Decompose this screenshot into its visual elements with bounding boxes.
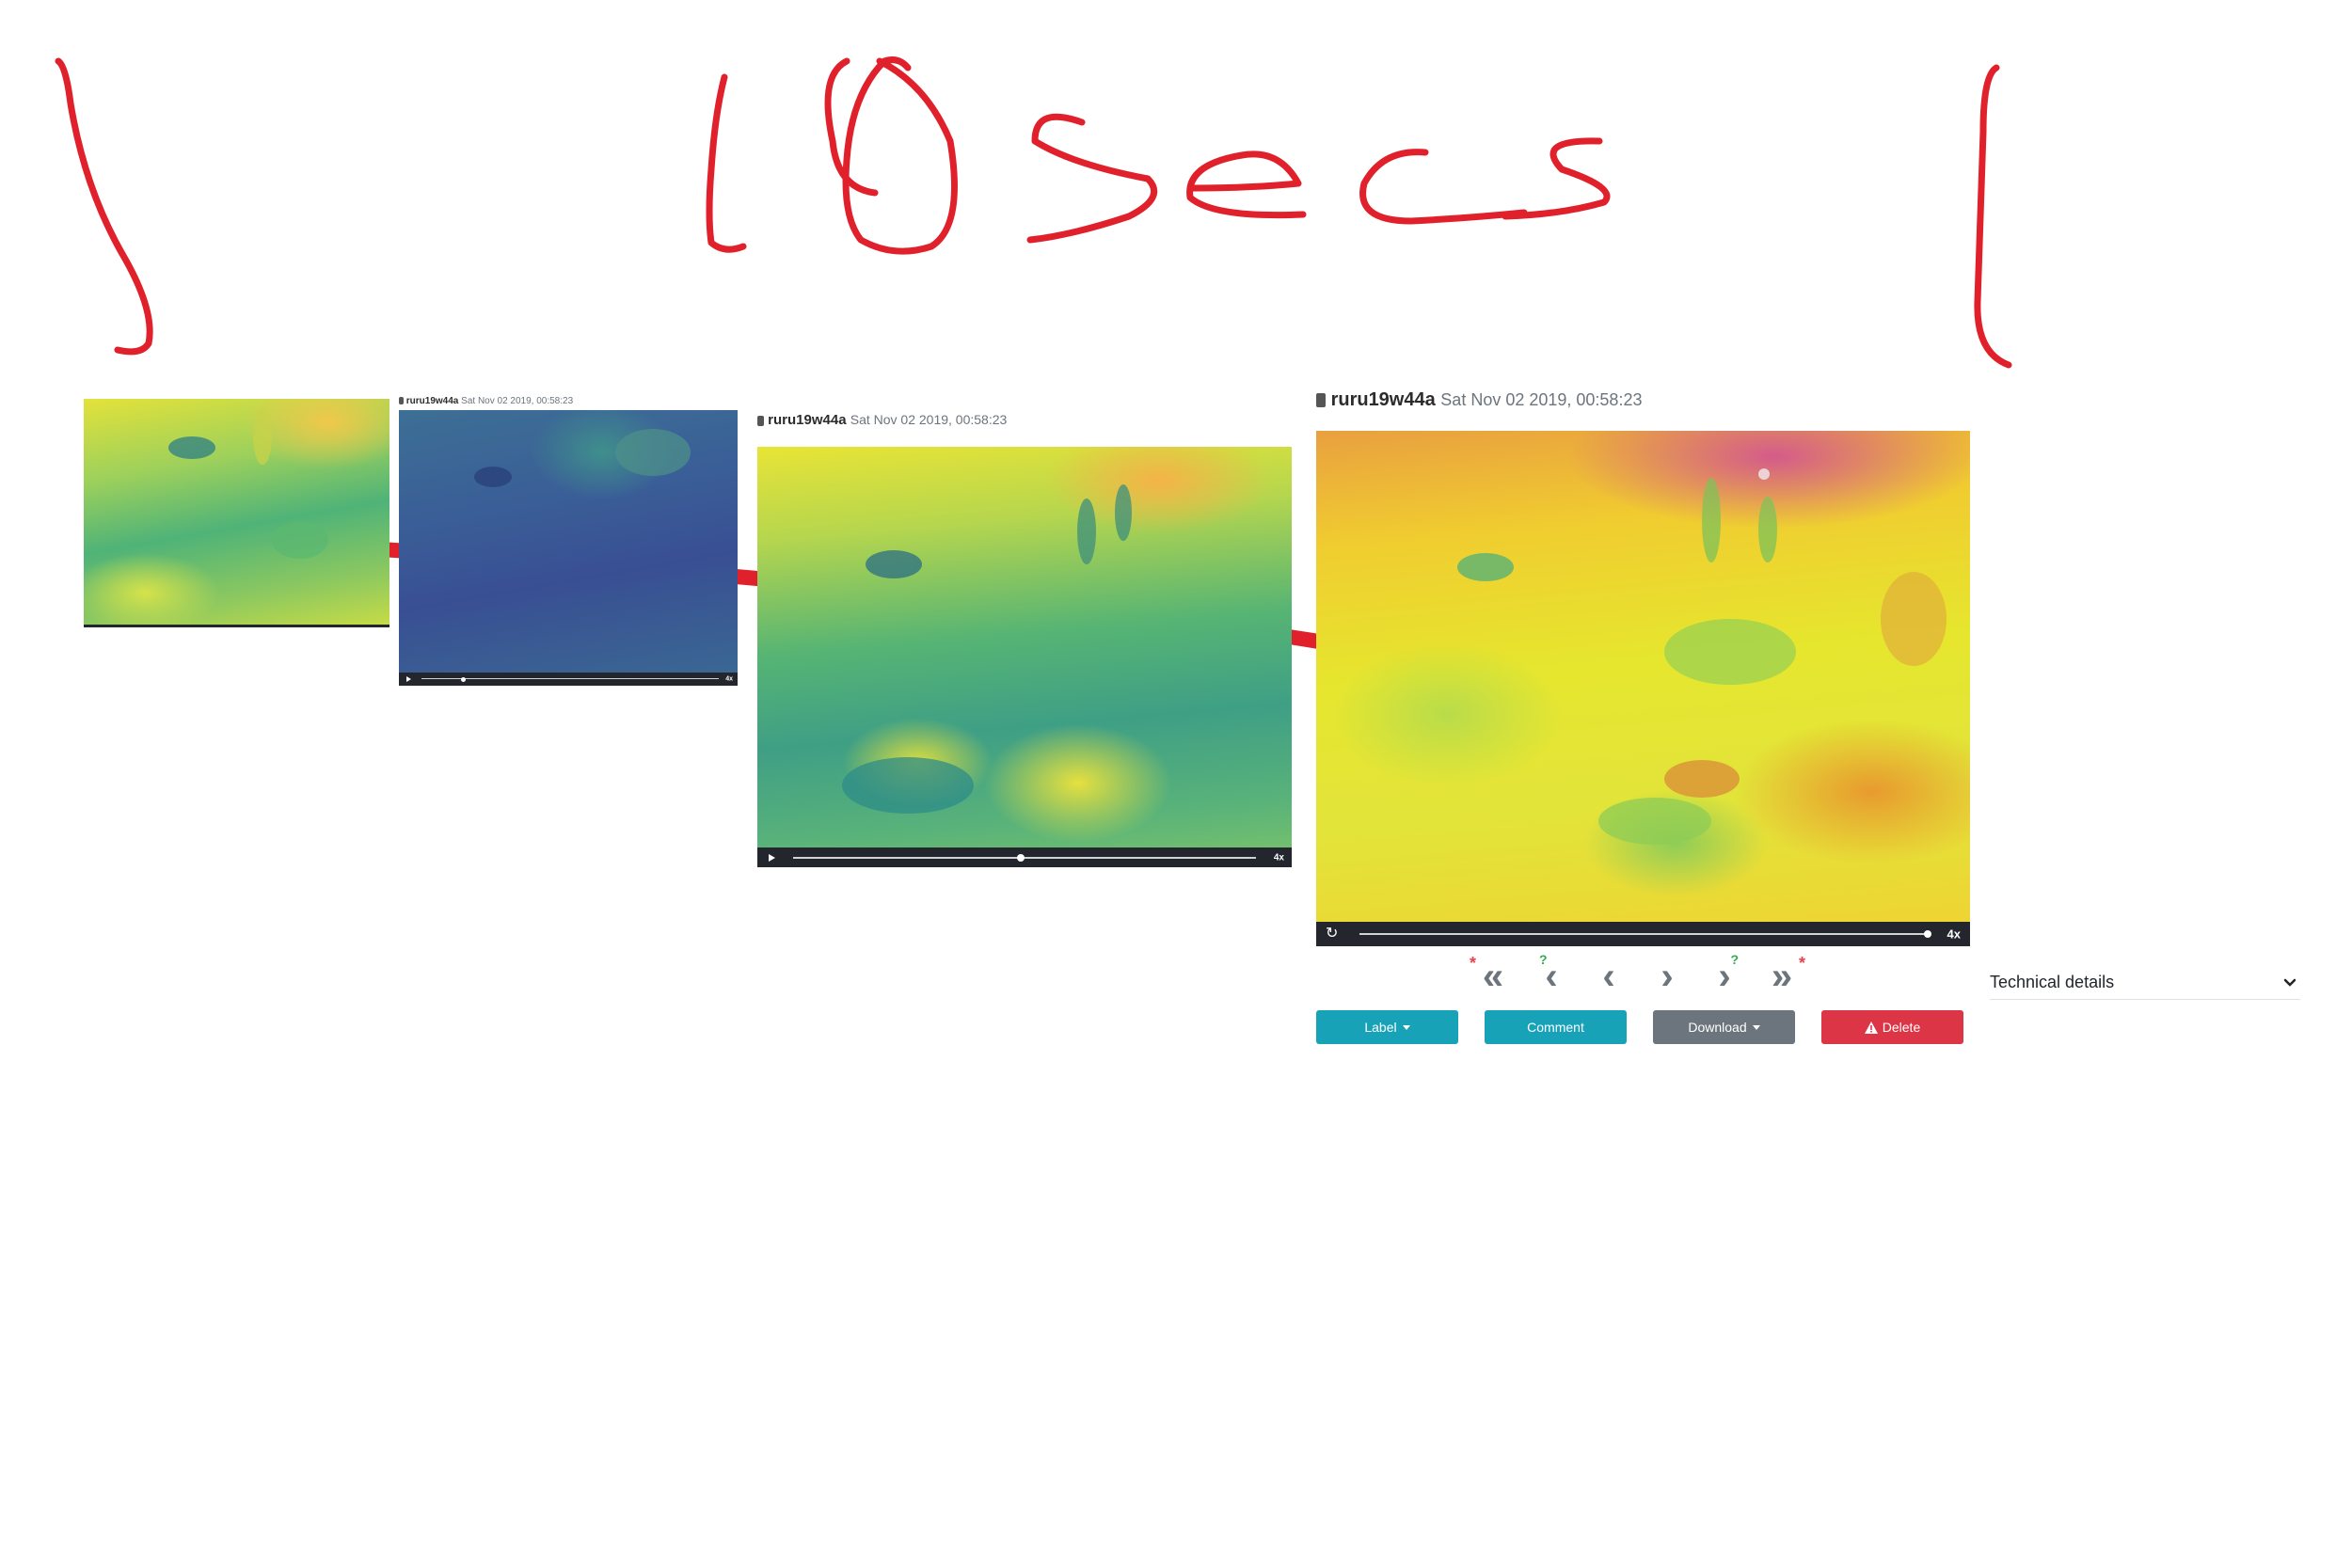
comment-button[interactable]: Comment — [1485, 1010, 1627, 1044]
untagged-mark: ? — [1539, 952, 1548, 967]
delete-button-text: Delete — [1882, 1020, 1921, 1035]
double-chevron-right-icon: » — [1771, 956, 1793, 997]
video-frame[interactable]: 4x — [399, 410, 738, 686]
device-name[interactable]: ruru19w44a — [406, 396, 459, 406]
recording-header: ruru19w44a Sat Nov 02 2019, 00:58:23 — [1316, 388, 1970, 412]
thumbnail-frame-1[interactable] — [84, 399, 389, 627]
download-button-text: Download — [1688, 1020, 1747, 1035]
video-panel-3: ruru19w44a Sat Nov 02 2019, 00:58:23 4x — [757, 410, 1292, 867]
untagged-mark: ? — [1730, 952, 1739, 967]
chevron-right-tagged-icon: › — [1718, 956, 1731, 997]
speed-label[interactable]: 4x — [1947, 927, 1961, 942]
seek-track[interactable] — [793, 856, 1256, 859]
seek-handle[interactable] — [461, 677, 466, 682]
next-tagged-button[interactable]: › ? — [1701, 952, 1748, 997]
chevron-down-icon — [2283, 978, 2296, 987]
delete-button[interactable]: Delete — [1821, 1010, 1963, 1044]
comment-button-text: Comment — [1527, 1020, 1584, 1035]
video-frame[interactable]: ↻ 4x — [1316, 431, 1970, 946]
label-button[interactable]: Label — [1316, 1010, 1458, 1044]
caret-down-icon — [1402, 1024, 1410, 1030]
video-panel-2: ruru19w44a Sat Nov 02 2019, 00:58:23 4x — [399, 395, 738, 686]
play-icon[interactable] — [406, 676, 411, 682]
device-name[interactable]: ruru19w44a — [1331, 389, 1436, 410]
speed-label[interactable]: 4x — [725, 676, 733, 683]
video-controls: 4x — [757, 847, 1292, 867]
camera-icon — [1316, 393, 1326, 408]
recording-header: ruru19w44a Sat Nov 02 2019, 00:58:23 — [757, 410, 1292, 429]
label-button-text: Label — [1364, 1020, 1397, 1035]
last-recording-button[interactable]: » * — [1758, 954, 1805, 997]
chevron-left-icon: ‹ — [1602, 956, 1615, 997]
play-icon[interactable] — [769, 853, 775, 862]
seek-handle[interactable] — [1017, 853, 1025, 862]
next-button[interactable]: › — [1644, 958, 1691, 995]
technical-details-toggle[interactable]: Technical details — [1990, 969, 2300, 1000]
video-frame[interactable]: 4x — [757, 447, 1292, 867]
previous-tagged-button[interactable]: ? ‹ — [1528, 952, 1575, 995]
speed-label[interactable]: 4x — [1274, 852, 1284, 863]
timestamp: Sat Nov 02 2019, 00:58:23 — [1440, 390, 1643, 409]
camera-icon — [757, 415, 764, 426]
first-recording-button[interactable]: * « — [1470, 954, 1517, 997]
video-controls: ↻ 4x — [1316, 922, 1970, 946]
timestamp: Sat Nov 02 2019, 00:58:23 — [461, 396, 574, 406]
seek-track[interactable] — [1359, 933, 1929, 935]
starred-mark: * — [1470, 954, 1477, 973]
download-button[interactable]: Download — [1653, 1010, 1795, 1044]
video-panel-main: ruru19w44a Sat Nov 02 2019, 00:58:23 ↻ 4… — [1316, 388, 1970, 946]
seek-handle[interactable] — [1924, 930, 1931, 938]
caret-down-icon — [1752, 1024, 1760, 1030]
device-name[interactable]: ruru19w44a — [768, 412, 846, 428]
replay-icon[interactable]: ↻ — [1326, 927, 1338, 942]
warning-icon — [1864, 1021, 1878, 1034]
camera-icon — [399, 397, 404, 405]
technical-details-label: Technical details — [1990, 973, 2115, 991]
seek-track[interactable] — [421, 678, 719, 679]
chevron-right-icon: › — [1661, 956, 1674, 997]
previous-button[interactable]: ‹ — [1585, 958, 1632, 995]
video-controls: 4x — [399, 673, 738, 686]
double-chevron-left-icon: « — [1482, 956, 1504, 997]
timestamp: Sat Nov 02 2019, 00:58:23 — [850, 412, 1008, 427]
starred-mark: * — [1798, 954, 1805, 973]
recording-header: ruru19w44a Sat Nov 02 2019, 00:58:23 — [399, 395, 738, 408]
